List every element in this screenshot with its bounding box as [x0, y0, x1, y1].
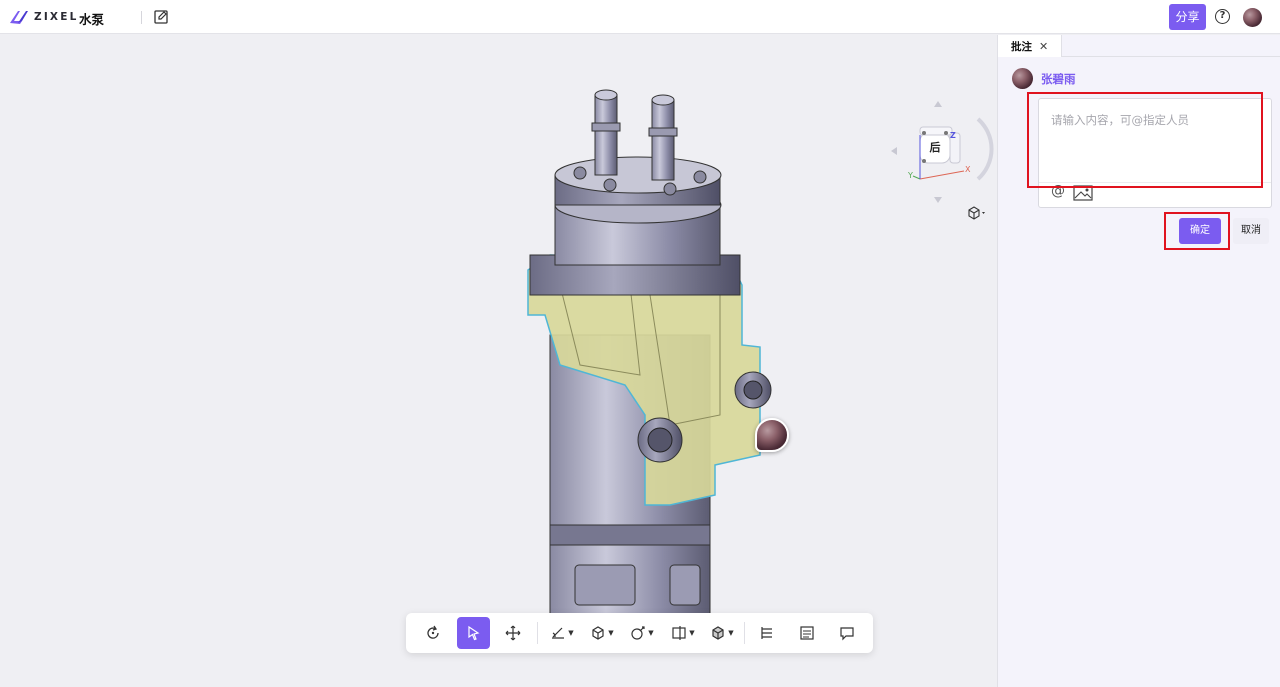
cut-plane-icon — [672, 626, 686, 640]
commenter-avatar — [1012, 68, 1033, 89]
cut-plane-button[interactable]: ▼ — [667, 617, 699, 649]
axis-y-label: Y — [908, 171, 913, 180]
commenter: 张碧雨 — [1012, 68, 1076, 89]
nav-up-arrow — [934, 101, 942, 107]
close-icon[interactable]: ✕ — [1039, 40, 1048, 53]
display-mode-icon — [712, 626, 724, 640]
logo-text: ZIXEL — [34, 11, 79, 23]
move-icon — [505, 625, 521, 641]
app-logo[interactable]: ZIXEL — [8, 8, 78, 26]
top-bar: ZIXEL 水泵 分享 ? — [0, 0, 1280, 34]
commenter-name: 张碧雨 — [1041, 71, 1076, 86]
explode-button[interactable]: ▼ — [626, 617, 658, 649]
tab-annotation-label: 批注 — [1011, 40, 1032, 53]
section-box-icon — [592, 626, 604, 640]
measure-button[interactable]: ▼ — [546, 617, 578, 649]
toolbar-divider — [537, 622, 538, 644]
share-button[interactable]: 分享 — [1169, 4, 1206, 30]
tree-icon — [761, 627, 772, 639]
toolbar-divider — [744, 622, 745, 644]
axis-z-label: Z — [950, 131, 956, 140]
highlight-comment-box — [1027, 92, 1263, 188]
pan-button[interactable] — [498, 617, 528, 649]
document-title: 水泵 — [79, 12, 105, 27]
water-pump-model[interactable] — [520, 85, 820, 625]
display-mode-button[interactable]: ▼ — [706, 617, 738, 649]
comment-icon — [840, 627, 854, 641]
panel-tab-bar: 批注 ✕ — [998, 35, 1280, 57]
edit-icon[interactable] — [153, 9, 169, 25]
tab-annotation[interactable]: 批注 ✕ — [998, 35, 1062, 57]
properties-button[interactable] — [792, 617, 822, 649]
section-button[interactable]: ▼ — [586, 617, 618, 649]
select-button[interactable] — [457, 617, 490, 649]
highlight-confirm-button — [1164, 212, 1230, 250]
cursor-icon — [467, 625, 479, 641]
header-divider — [141, 11, 142, 24]
comment-button[interactable] — [832, 617, 862, 649]
rotate-icon — [427, 625, 439, 639]
properties-icon — [800, 626, 814, 640]
navcube-face-label: 后 — [929, 141, 941, 154]
rotate-button[interactable] — [418, 617, 448, 649]
view-mode-cube-icon[interactable] — [966, 205, 988, 221]
help-icon[interactable]: ? — [1215, 9, 1230, 24]
comment-pin[interactable] — [755, 418, 789, 452]
measure-icon — [552, 627, 565, 639]
bottom-toolbar: ▼ ▼ ▼ ▼ ▼ — [406, 613, 873, 653]
3d-viewport[interactable]: 后 X Y Z — [0, 35, 997, 687]
axis-x-label: X — [965, 165, 971, 174]
cancel-button[interactable]: 取消 — [1233, 218, 1269, 244]
structure-tree-button[interactable] — [752, 617, 782, 649]
explode-icon — [631, 626, 645, 640]
zixel-logo-icon — [10, 11, 28, 24]
user-avatar[interactable] — [1243, 8, 1262, 27]
